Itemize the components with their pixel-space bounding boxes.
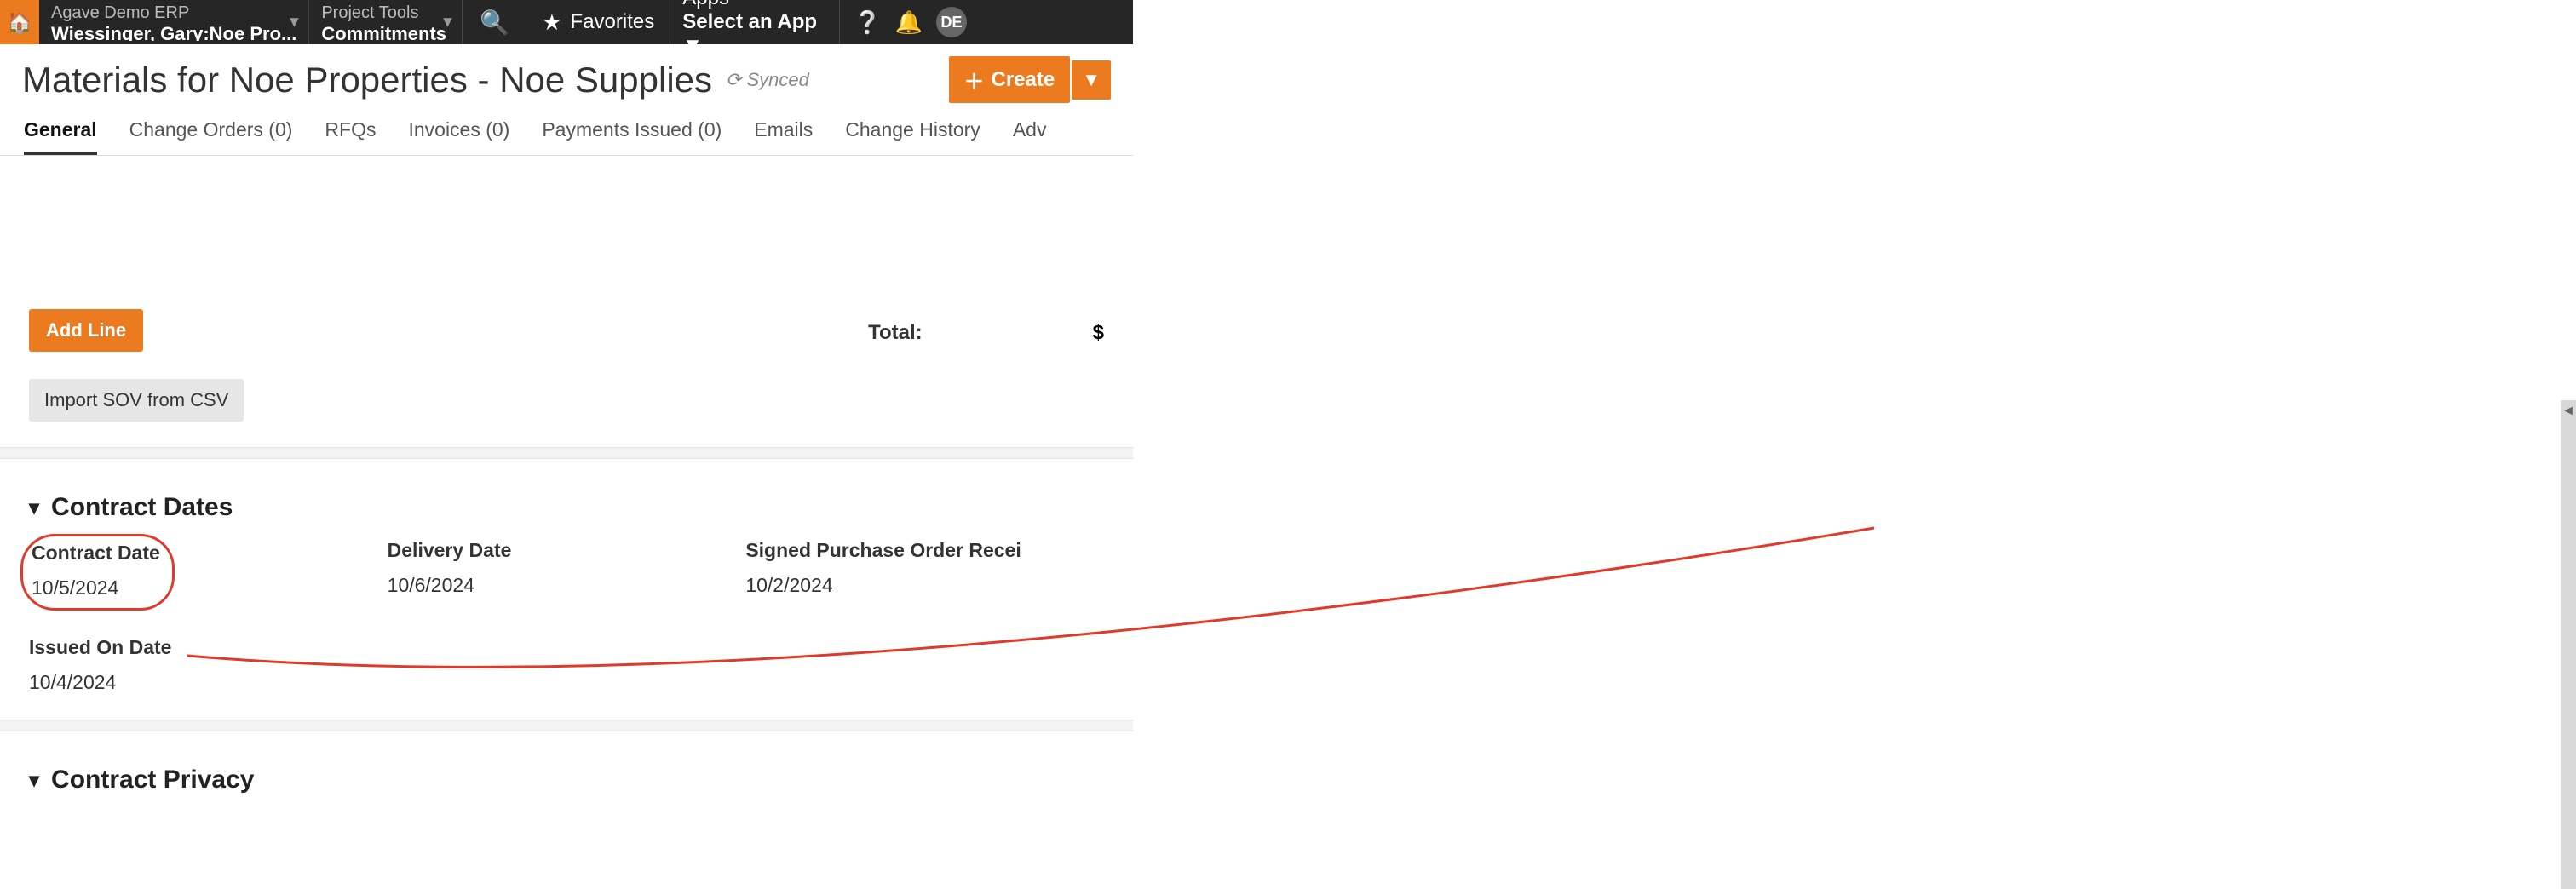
tab-invoices[interactable]: Invoices (0): [408, 118, 509, 155]
help-icon[interactable]: ❔: [854, 9, 881, 36]
crumb-tool[interactable]: Project Tools Commitments ▼: [309, 0, 463, 44]
crumb-tool-value: Commitments: [321, 23, 450, 41]
apps-value: Select an App: [682, 10, 827, 34]
signed-po-value: 10/2/2024: [745, 574, 1104, 597]
delivery-date-label: Delivery Date: [388, 539, 746, 562]
signed-po-label: Signed Purchase Order Recei: [745, 539, 1104, 562]
apps-label: Apps: [682, 0, 827, 10]
create-button[interactable]: ＋Create: [949, 56, 1071, 103]
crumb-project-label: Agave Demo ERP: [51, 3, 296, 23]
chevron-down-icon: ▼: [440, 14, 456, 32]
search-icon[interactable]: 🔍: [480, 9, 509, 37]
apps-dropdown[interactable]: Apps Select an App ▼: [670, 0, 840, 44]
tab-emails[interactable]: Emails: [754, 118, 813, 155]
tab-change-orders[interactable]: Change Orders (0): [129, 118, 293, 155]
crumb-tool-label: Project Tools: [321, 3, 450, 23]
star-icon: ★: [542, 9, 561, 36]
page-title: Materials for Noe Properties - Noe Suppl…: [22, 60, 712, 100]
total-value: $: [1093, 321, 1104, 345]
tab-general[interactable]: General: [24, 118, 97, 155]
delivery-date-field: Delivery Date 10/6/2024: [388, 539, 746, 602]
section-contract-privacy[interactable]: ▾ Contract Privacy: [29, 757, 1104, 812]
issued-date-value: 10/4/2024: [29, 671, 388, 694]
avatar[interactable]: DE: [936, 7, 967, 37]
erp-topbar: 🏠 Agave Demo ERP Wiessinger, Gary:Noe Pr…: [0, 0, 1133, 44]
create-dropdown[interactable]: ▼: [1072, 60, 1111, 100]
chevron-down-icon: ▾: [29, 496, 39, 520]
home-icon[interactable]: 🏠: [0, 0, 39, 44]
contract-date-value: 10/5/2024: [32, 576, 160, 599]
sync-badge: ⟳Synced: [726, 69, 809, 91]
chevron-down-icon: ▼: [287, 14, 302, 32]
bell-icon[interactable]: 🔔: [895, 9, 923, 36]
issued-date-field: Issued On Date 10/4/2024: [29, 636, 388, 694]
chevron-down-icon: ▾: [29, 768, 39, 793]
tab-payments[interactable]: Payments Issued (0): [542, 118, 722, 155]
issued-date-label: Issued On Date: [29, 636, 388, 659]
contract-date-field: Contract Date 10/5/2024: [29, 539, 388, 602]
tab-rfqs[interactable]: RFQs: [325, 118, 376, 155]
delivery-date-value: 10/6/2024: [388, 574, 746, 597]
crumb-project-value: Wiessinger, Gary:Noe Pro...: [51, 23, 296, 41]
contract-date-label: Contract Date: [32, 542, 160, 565]
tab-change-history[interactable]: Change History: [845, 118, 980, 155]
sync-icon: ⟳: [726, 69, 741, 91]
signed-po-field: Signed Purchase Order Recei 10/2/2024: [745, 539, 1104, 602]
tabs: General Change Orders (0) RFQs Invoices …: [0, 108, 1133, 156]
favorites-label: Favorites: [571, 10, 655, 34]
tab-advanced[interactable]: Adv: [1013, 118, 1047, 155]
section-contract-dates[interactable]: ▾ Contract Dates: [29, 485, 1104, 539]
total-label: Total:: [868, 321, 1093, 345]
favorites-button[interactable]: ★ Favorites: [526, 0, 670, 44]
add-line-button[interactable]: Add Line: [29, 309, 143, 352]
plus-icon: ＋: [964, 65, 985, 95]
import-sov-button[interactable]: Import SOV from CSV: [29, 379, 244, 422]
chevron-down-icon: ▼: [682, 34, 827, 58]
crumb-project[interactable]: Agave Demo ERP Wiessinger, Gary:Noe Pro.…: [39, 0, 309, 44]
